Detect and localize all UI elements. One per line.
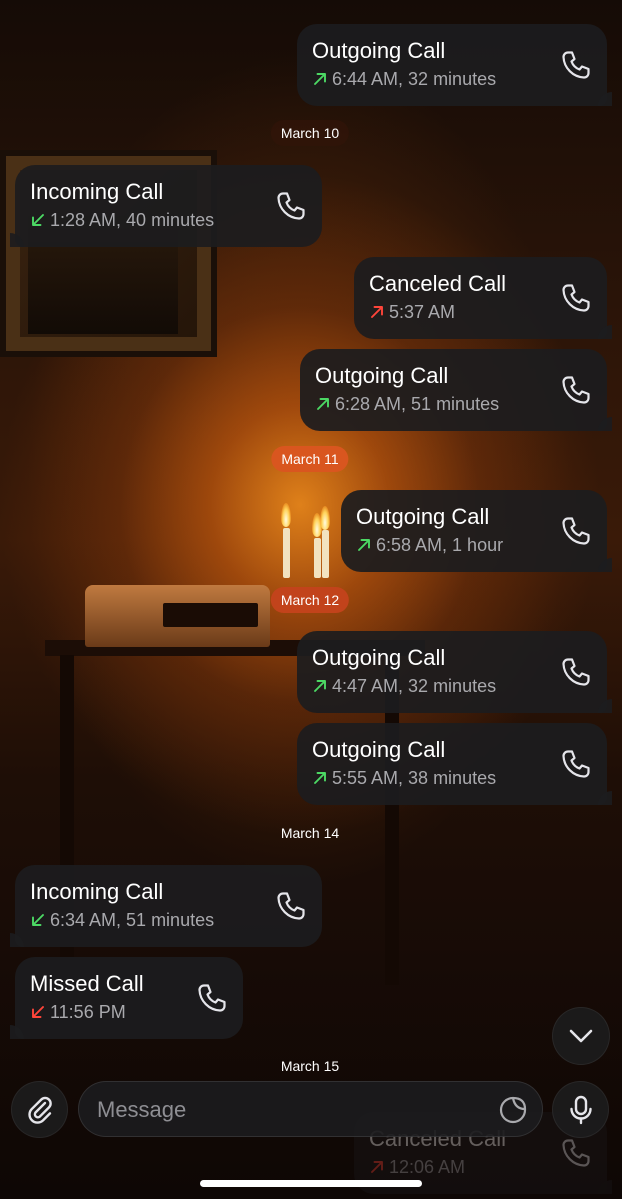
arrow-up-right-icon	[314, 680, 326, 692]
call-time-duration: 5:37 AM	[389, 302, 456, 322]
arrow-up-right-icon	[358, 539, 370, 551]
call-details: 6:28 AM, 51 minutes	[315, 393, 499, 415]
call-time-duration: 6:44 AM, 32 minutes	[332, 69, 497, 89]
date-separator: March 14	[280, 825, 340, 841]
phone-icon[interactable]	[274, 189, 308, 223]
call-time-duration: 12:06 AM	[389, 1157, 466, 1177]
call-message-bubble[interactable]: Outgoing Call 6:58 AM, 1 hour	[341, 490, 612, 572]
wallpaper-candle	[283, 528, 290, 578]
arrow-down-left-icon	[32, 914, 44, 926]
phone-icon[interactable]	[559, 48, 593, 82]
call-time-duration: 4:47 AM, 32 minutes	[332, 676, 497, 696]
phone-icon[interactable]	[274, 889, 308, 923]
phone-icon[interactable]	[559, 281, 593, 315]
wallpaper-typewriter	[85, 585, 270, 647]
sticker-icon[interactable]	[498, 1095, 528, 1125]
call-time-duration: 1:28 AM, 40 minutes	[50, 210, 215, 230]
wallpaper-candle-flame	[281, 503, 291, 527]
call-message-bubble[interactable]: Incoming Call 1:28 AM, 40 minutes	[10, 165, 322, 247]
call-time-duration: 5:55 AM, 38 minutes	[332, 768, 497, 788]
call-title: Incoming Call	[30, 879, 164, 904]
call-message-bubble[interactable]: Outgoing Call 6:28 AM, 51 minutes	[300, 349, 612, 431]
arrow-up-right-icon	[314, 772, 326, 784]
call-message-bubble[interactable]: Incoming Call 6:34 AM, 51 minutes	[10, 865, 322, 947]
call-details: 6:34 AM, 51 minutes	[30, 909, 214, 931]
arrow-up-right-icon	[314, 73, 326, 85]
call-title: Incoming Call	[30, 179, 164, 204]
call-time-duration: 6:28 AM, 51 minutes	[335, 394, 500, 414]
home-indicator	[200, 1180, 422, 1187]
call-title: Outgoing Call	[356, 504, 490, 529]
call-title: Canceled Call	[369, 271, 506, 296]
call-message-bubble[interactable]: Missed Call 11:56 PM	[10, 957, 243, 1039]
chevron-down-icon	[569, 1029, 593, 1043]
message-input[interactable]	[95, 1094, 489, 1126]
call-details: 5:37 AM	[369, 301, 455, 323]
arrow-up-right-icon	[371, 1161, 383, 1173]
paperclip-icon	[27, 1096, 52, 1124]
call-title: Outgoing Call	[312, 645, 446, 670]
call-time-duration: 6:58 AM, 1 hour	[376, 535, 504, 555]
call-time-duration: 6:34 AM, 51 minutes	[50, 910, 215, 930]
arrow-down-left-icon	[32, 1006, 44, 1018]
phone-icon[interactable]	[559, 747, 593, 781]
date-separator: March 10	[270, 120, 350, 146]
message-input-container[interactable]	[78, 1081, 543, 1137]
date-separator: March 11	[271, 446, 349, 472]
call-message-bubble[interactable]: Canceled Call 5:37 AM	[354, 257, 612, 339]
call-title: Missed Call	[30, 971, 144, 996]
call-details: 5:55 AM, 38 minutes	[312, 767, 496, 789]
call-details: 6:58 AM, 1 hour	[356, 534, 503, 556]
call-message-bubble[interactable]: Outgoing Call 5:55 AM, 38 minutes	[297, 723, 612, 805]
call-title: Outgoing Call	[315, 363, 449, 388]
phone-icon[interactable]	[559, 655, 593, 689]
call-details: 1:28 AM, 40 minutes	[30, 209, 214, 231]
arrow-down-left-icon	[32, 214, 44, 226]
call-time-duration: 11:56 PM	[50, 1002, 126, 1022]
attach-button[interactable]	[11, 1081, 68, 1138]
arrow-up-right-icon	[317, 398, 329, 410]
call-details: 11:56 PM	[30, 1001, 126, 1023]
call-message-bubble[interactable]: Outgoing Call 4:47 AM, 32 minutes	[297, 631, 612, 713]
call-message-bubble[interactable]: Outgoing Call 6:44 AM, 32 minutes	[297, 24, 612, 106]
wallpaper-candle	[314, 538, 321, 578]
microphone-icon	[569, 1095, 592, 1124]
phone-icon[interactable]	[559, 1136, 593, 1170]
date-separator: March 12	[270, 587, 350, 613]
call-title: Outgoing Call	[312, 737, 446, 762]
call-details: 6:44 AM, 32 minutes	[312, 68, 496, 90]
phone-icon[interactable]	[195, 981, 229, 1015]
microphone-button[interactable]	[552, 1081, 609, 1138]
call-details: 4:47 AM, 32 minutes	[312, 675, 496, 697]
wallpaper-candle	[322, 530, 329, 578]
call-title: Outgoing Call	[312, 38, 446, 63]
arrow-up-right-icon	[371, 306, 383, 318]
date-separator: March 15	[280, 1058, 340, 1074]
wallpaper-candle-flame	[320, 506, 330, 530]
phone-icon[interactable]	[559, 373, 593, 407]
call-details: 12:06 AM	[369, 1156, 465, 1178]
scroll-down-button[interactable]	[552, 1007, 610, 1065]
phone-icon[interactable]	[559, 514, 593, 548]
